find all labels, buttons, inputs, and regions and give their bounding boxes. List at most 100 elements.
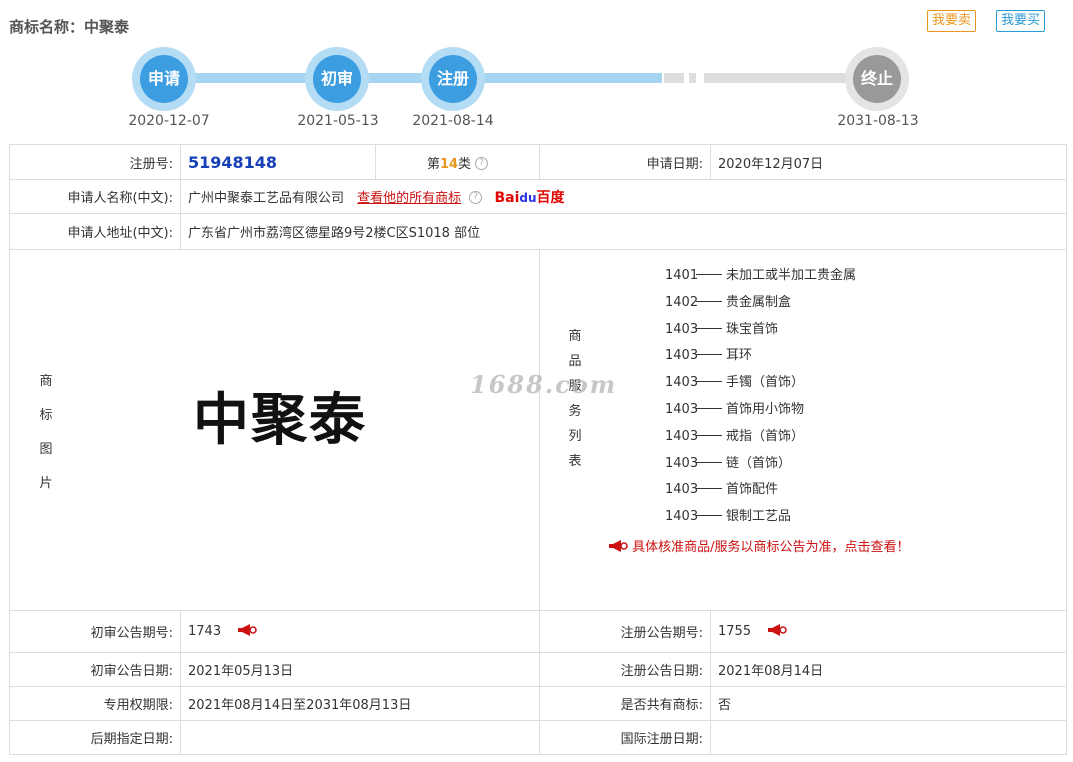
applicant-cell: 广州中聚泰工艺品有限公司 查看他的所有商标 ? Baidu百度 (180, 179, 1067, 214)
table-row: 商 标 图 片 中聚泰 商 品 服 务 列 表 1401 未加工或半加工贵金属 1… (9, 249, 1067, 611)
help-icon[interactable]: ? (469, 190, 483, 204)
timeline-track-dashed (664, 73, 696, 83)
list-item: 1403 银制工艺品 (665, 504, 856, 531)
goods-name: 耳环 (726, 348, 753, 364)
goods-name: 链（首饰） (726, 455, 792, 471)
list-item: 1403 珠宝首饰 (665, 317, 856, 344)
goods-list-label: 商 品 服 务 列 表 (565, 324, 585, 474)
class-cell: 第14类? (375, 144, 540, 180)
list-item: 1402 贵金属制盒 (665, 290, 856, 317)
reg-no-value: 51948148 (188, 152, 278, 172)
goods-code: 1401 (665, 268, 699, 283)
goods-name: 首饰配件 (726, 482, 779, 498)
watermark: 1688.com (470, 370, 618, 399)
stage-register: 注册 (421, 47, 485, 111)
prelim-no-cell: 1743 (180, 610, 540, 653)
stage-apply-label: 申请 (140, 55, 188, 103)
goods-code: 1403 (665, 401, 699, 417)
goods-name: 手镯（首饰） (726, 375, 805, 391)
sell-button[interactable]: 我要卖 (927, 10, 977, 32)
prelim-date-label: 初审公告日期: (9, 652, 181, 687)
table-row: 注册号: 51948148 第14类? 申请日期: 2020年12月07日 (9, 144, 1067, 180)
reg-no-label: 注册号: (9, 144, 181, 180)
label-char: 图 (39, 442, 53, 457)
reg-ann-date-label: 注册公告日期: (539, 652, 711, 687)
reg-no-cell: 51948148 (180, 144, 376, 180)
reg-ann-no-cell: 1755 (710, 610, 1067, 653)
exclusive-value: 2021年08月14日至2031年08月13日 (180, 686, 540, 721)
intl-value (710, 720, 1067, 755)
goods-code: 1403 (665, 348, 699, 364)
reg-ann-no-value: 1755 (718, 624, 752, 639)
list-item: 1403 链（首饰） (665, 451, 856, 478)
table-row: 初审公告日期: 2021年05月13日 注册公告日期: 2021年08月14日 (9, 652, 1067, 687)
table-row: 初审公告期号: 1743 注册公告期号: 1755 (9, 610, 1067, 653)
goods-name: 珠宝首饰 (726, 321, 779, 337)
stage-register-label: 注册 (429, 55, 477, 103)
megaphone-icon[interactable] (767, 624, 787, 636)
mark-image-label: 商 标 图 片 (36, 365, 56, 501)
intl-label: 国际注册日期: (539, 720, 711, 755)
page-title: 商标名称：中聚泰 (9, 18, 130, 36)
timeline-track-done (164, 73, 662, 83)
stage-apply: 申请 (132, 47, 196, 111)
class-prefix: 第 (426, 156, 440, 172)
goods-name: 首饰用小饰物 (726, 401, 805, 417)
prelim-date-value: 2021年05月13日 (180, 652, 540, 687)
shared-label: 是否共有商标: (539, 686, 711, 721)
help-icon[interactable]: ? (475, 156, 489, 170)
table-row: 申请人地址(中文): 广东省广州市荔湾区德星路9号2楼C区S1018 部位 (9, 213, 1067, 250)
all-marks-link[interactable]: 查看他的所有商标 (357, 191, 461, 206)
buy-button[interactable]: 我要买 (996, 10, 1046, 32)
prelim-no-value: 1743 (188, 624, 222, 639)
class-number: 14 (439, 156, 459, 172)
goods-code: 1403 (665, 375, 699, 391)
megaphone-icon (609, 540, 628, 552)
stage-prelim-date: 2021-05-13 (297, 113, 379, 129)
list-item: 1403 首饰配件 (665, 477, 856, 504)
goods-name: 戒指（首饰） (726, 428, 805, 444)
stage-prelim: 初审 (305, 47, 369, 111)
goods-code: 1403 (665, 321, 699, 337)
trademark-image: 中聚泰 (193, 388, 367, 453)
exclusive-label: 专用权期限: (9, 686, 181, 721)
app-date-value: 2020年12月07日 (710, 144, 1067, 180)
prelim-no-label: 初审公告期号: (9, 610, 181, 653)
class-suffix: 类 (458, 156, 472, 172)
stage-terminate-label: 终止 (853, 55, 901, 103)
goods-cell: 商 品 服 务 列 表 1401 未加工或半加工贵金属 1402 贵金属制盒 140… (539, 249, 1067, 611)
goods-code: 1403 (665, 482, 699, 498)
reg-ann-date-value: 2021年08月14日 (710, 652, 1067, 687)
list-item: 1403 耳环 (665, 343, 856, 370)
stage-register-date: 2021-08-14 (412, 113, 494, 129)
stage-prelim-label: 初审 (313, 55, 361, 103)
mark-image-cell: 商 标 图 片 中聚泰 (9, 249, 540, 611)
goods-code: 1403 (665, 428, 699, 444)
label-char: 片 (39, 476, 53, 491)
label-char: 务 (568, 404, 582, 419)
trademark-info-table: 注册号: 51948148 第14类? 申请日期: 2020年12月07日 申请… (9, 144, 1067, 755)
baidu-logo-text: Bai (494, 189, 520, 206)
goods-notice-link[interactable]: 具体核准商品/服务以商标公告为准，点击查看！ (608, 536, 910, 555)
goods-code: 1403 (665, 509, 699, 525)
app-date-label: 申请日期: (539, 144, 711, 180)
baidu-search-link[interactable]: Baidu百度 (494, 190, 564, 206)
later-label: 后期指定日期: (9, 720, 181, 755)
goods-notice-text: 具体核准商品/服务以商标公告为准，点击查看！ (632, 540, 910, 555)
list-item: 1401 未加工或半加工贵金属 (665, 263, 856, 290)
list-item: 1403 戒指（首饰） (665, 424, 856, 451)
table-row: 后期指定日期: 国际注册日期: (9, 720, 1067, 755)
goods-name: 未加工或半加工贵金属 (726, 268, 857, 283)
megaphone-icon[interactable] (237, 624, 257, 636)
list-item: 1403 首饰用小饰物 (665, 397, 856, 424)
applicant-label: 申请人名称(中文): (9, 179, 181, 214)
applicant-value: 广州中聚泰工艺品有限公司 (188, 190, 345, 206)
later-value (180, 720, 540, 755)
address-label: 申请人地址(中文): (9, 213, 181, 250)
list-item: 1403 手镯（首饰） (665, 370, 856, 397)
goods-name: 银制工艺品 (726, 509, 792, 525)
goods-code: 1402 (665, 294, 699, 310)
reg-ann-no-label: 注册公告期号: (539, 610, 711, 653)
stage-terminate: 终止 (845, 47, 909, 111)
table-row: 申请人名称(中文): 广州中聚泰工艺品有限公司 查看他的所有商标 ? Baidu… (9, 179, 1067, 214)
